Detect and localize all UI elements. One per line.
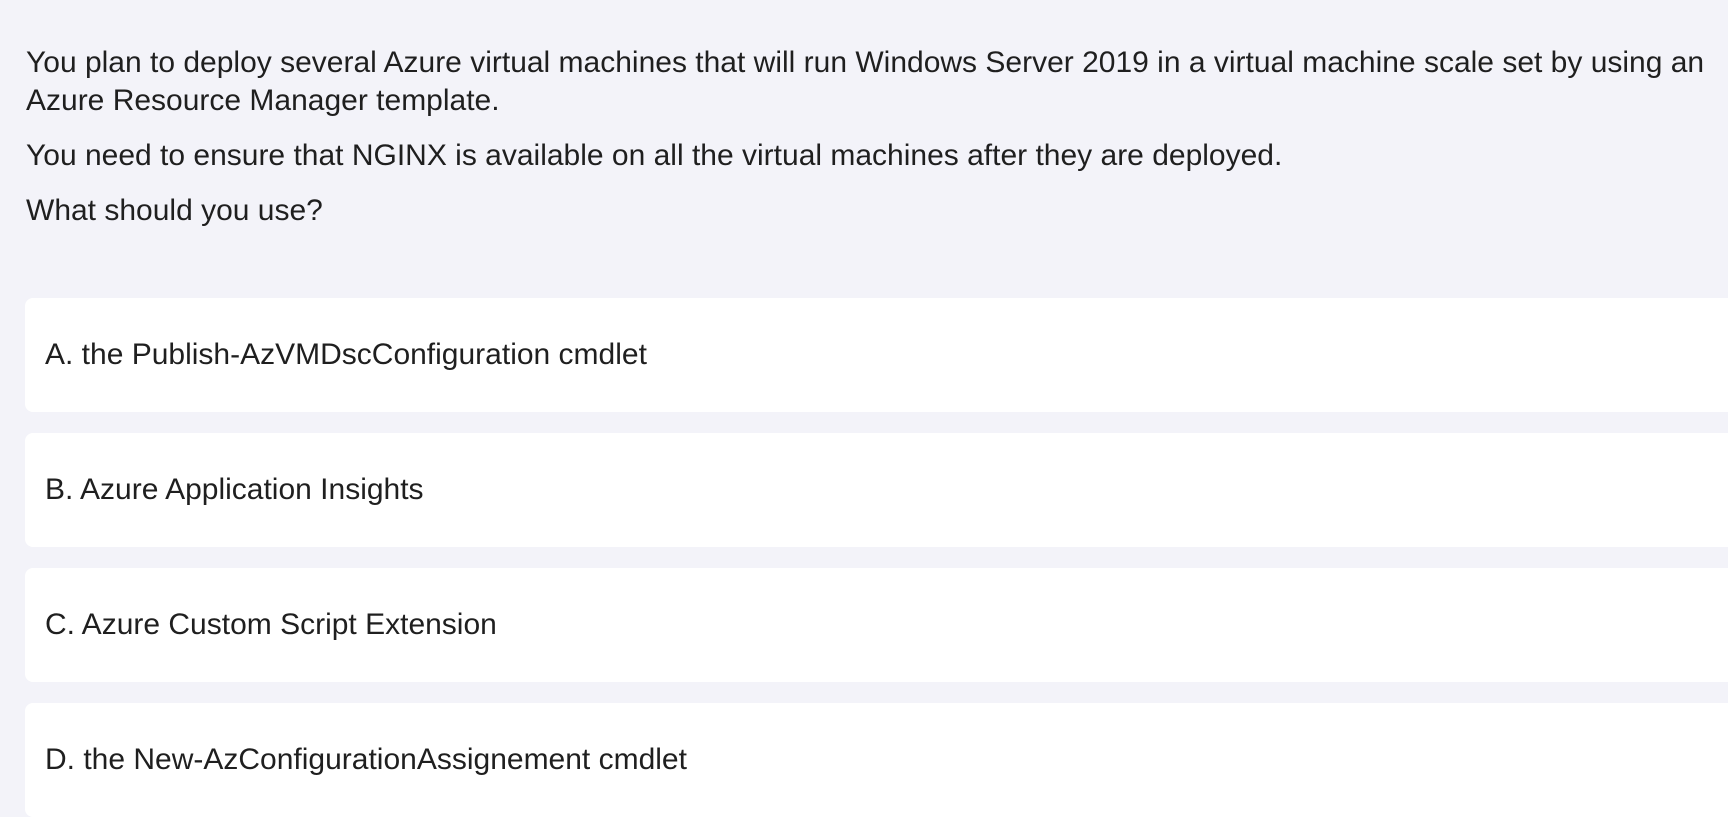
option-c[interactable]: C. Azure Custom Script Extension xyxy=(25,568,1728,682)
option-b-label: B. Azure Application Insights xyxy=(45,473,424,506)
question-text: You plan to deploy several Azure virtual… xyxy=(26,44,1706,247)
answer-options: A. the Publish-AzVMDscConfiguration cmdl… xyxy=(25,298,1728,817)
option-a-label: A. the Publish-AzVMDscConfiguration cmdl… xyxy=(45,338,647,371)
option-c-label: C. Azure Custom Script Extension xyxy=(45,608,497,641)
question-prompt: What should you use? xyxy=(26,194,323,227)
question-paragraph-1: You plan to deploy several Azure virtual… xyxy=(26,46,1705,117)
question-paragraph-2: You need to ensure that NGINX is availab… xyxy=(26,139,1283,172)
option-d-label: D. the New-AzConfigurationAssignement cm… xyxy=(45,743,687,776)
option-a[interactable]: A. the Publish-AzVMDscConfiguration cmdl… xyxy=(25,298,1728,412)
option-b[interactable]: B. Azure Application Insights xyxy=(25,433,1728,547)
